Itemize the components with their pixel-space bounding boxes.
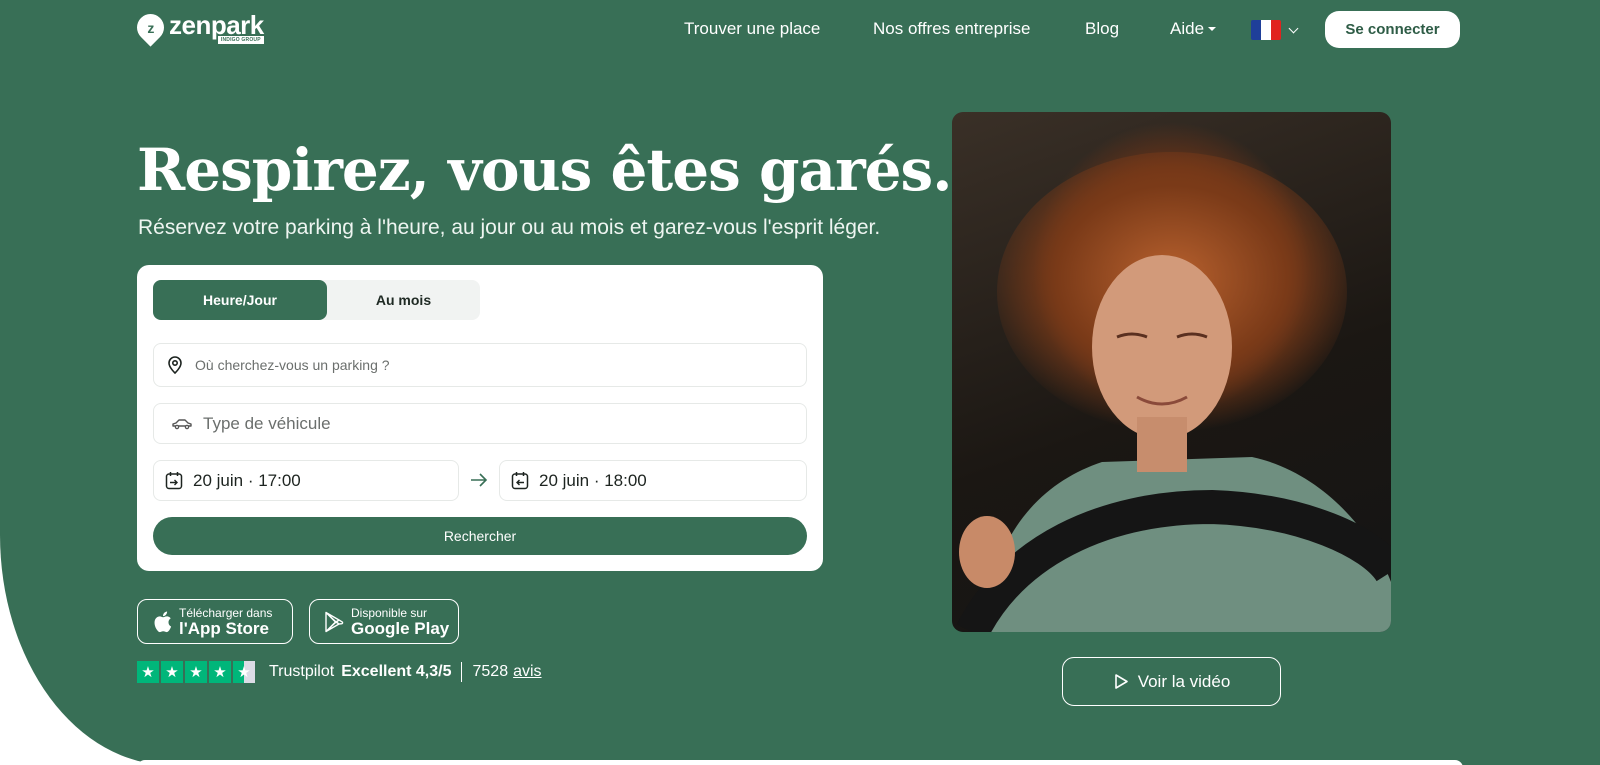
hero-title: Respirez, vous êtes garés.	[137, 136, 952, 204]
play-icon	[1114, 674, 1128, 689]
reviews-link[interactable]: avis	[513, 663, 541, 681]
location-pin-icon	[165, 355, 185, 375]
app-store-big-text: l'App Store	[179, 618, 269, 638]
star-icon: ★	[185, 661, 207, 683]
nav-link-business-offers[interactable]: Nos offres entreprise	[873, 18, 1030, 40]
start-datetime-picker[interactable]: 20 juin · 17:00	[153, 460, 459, 501]
vehicle-type-select[interactable]: Type de véhicule	[153, 403, 807, 444]
end-datetime-picker[interactable]: 20 juin · 18:00	[499, 460, 807, 501]
divider	[460, 662, 462, 682]
nav-link-blog[interactable]: Blog	[1085, 18, 1119, 40]
arrow-right-icon	[470, 472, 488, 493]
trustpilot-brand: Trustpilot	[269, 663, 335, 680]
logo-mark: z	[147, 19, 154, 36]
google-play-small-text: Disponible sur	[351, 605, 428, 620]
tab-hour-day[interactable]: Heure/Jour	[153, 280, 327, 320]
google-play-big-text: Google Play	[351, 618, 450, 638]
google-play-button[interactable]: Disponible sur Google Play	[309, 599, 459, 644]
star-icon: ★	[137, 661, 159, 683]
calendar-out-icon	[511, 471, 529, 490]
hero-photo	[952, 112, 1391, 632]
app-store-button[interactable]: Télécharger dans l'App Store	[137, 599, 293, 644]
logo-subtitle: INDIGO GROUP	[217, 36, 264, 44]
booking-type-tabs: Heure/Jour Au mois	[153, 280, 480, 320]
next-section-card	[137, 760, 1463, 765]
half-star-icon: ★	[233, 661, 255, 683]
google-play-icon	[324, 611, 344, 633]
caret-down-icon	[1208, 27, 1217, 31]
trustpilot-score: Excellent 4,3/5	[341, 663, 452, 680]
nav-help-label: Aide	[1170, 19, 1205, 38]
location-search-input[interactable]: Où cherchez-vous un parking ?	[153, 343, 807, 387]
review-count: 7528	[472, 663, 509, 680]
app-store-small-text: Télécharger dans	[179, 605, 273, 620]
location-placeholder: Où cherchez-vous un parking ?	[195, 357, 390, 373]
car-icon	[171, 417, 193, 431]
search-button[interactable]: Rechercher	[153, 517, 807, 555]
start-datetime-value: 20 juin · 17:00	[193, 470, 301, 490]
star-icon: ★	[209, 661, 231, 683]
language-selector[interactable]	[1251, 20, 1299, 40]
end-datetime-value: 20 juin · 18:00	[539, 470, 647, 490]
apple-icon	[152, 610, 172, 633]
search-card: Heure/Jour Au mois Où cherchez-vous un p…	[137, 265, 823, 571]
login-button[interactable]: Se connecter	[1325, 11, 1460, 48]
star-icon: ★	[161, 661, 183, 683]
zenpark-logo[interactable]: z zenpark INDIGO GROUP	[131, 8, 264, 47]
logo-pin-icon: z	[131, 8, 170, 47]
vehicle-placeholder: Type de véhicule	[203, 413, 331, 433]
trustpilot-stars: ★ ★ ★ ★ ★	[137, 661, 257, 683]
watch-video-label: Voir la vidéo	[1137, 671, 1231, 691]
trustpilot-rating: ★ ★ ★ ★ ★ Trustpilot Excellent 4,3/5 752…	[137, 661, 542, 683]
fr-flag-icon	[1251, 20, 1281, 40]
watch-video-button[interactable]: Voir la vidéo	[1062, 657, 1281, 706]
hero-subtitle: Réservez votre parking à l'heure, au jou…	[138, 216, 881, 239]
nav-help-dropdown[interactable]: Aide	[1170, 18, 1217, 40]
nav-link-find-parking[interactable]: Trouver une place	[684, 18, 820, 40]
chevron-down-icon	[1288, 23, 1299, 33]
logo-wordmark: zenpark	[169, 10, 264, 40]
calendar-in-icon	[165, 471, 183, 490]
tab-monthly[interactable]: Au mois	[327, 280, 480, 320]
